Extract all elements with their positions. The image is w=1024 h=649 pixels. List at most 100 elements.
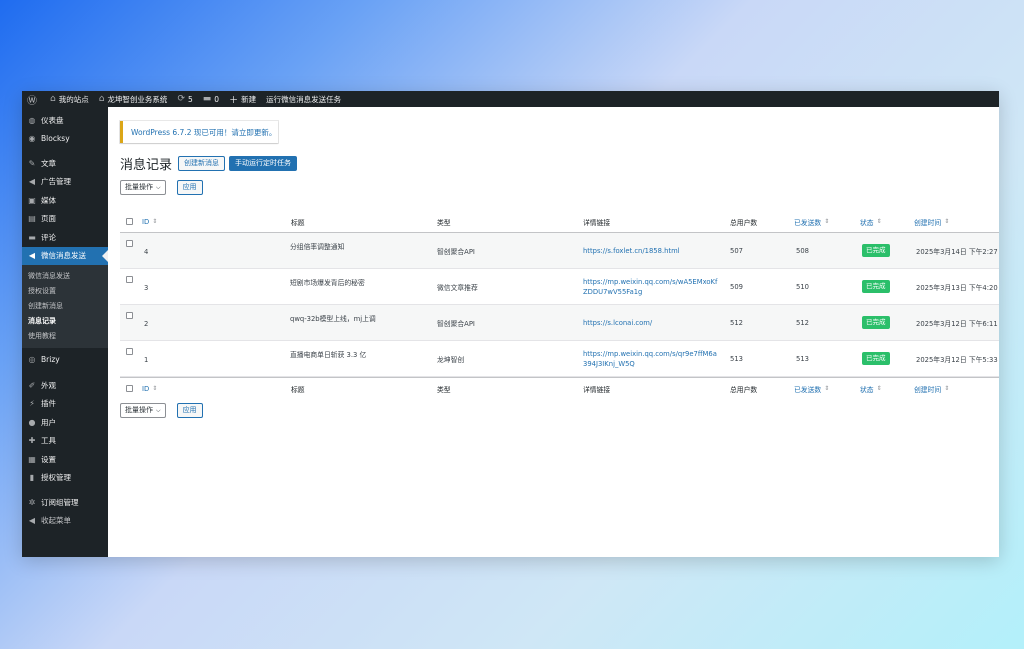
table-row: 1 直播电商单日斩获 3.3 亿 龙坤智创 https://mp.weixin.… — [120, 341, 999, 377]
my-sites-button[interactable]: ⌂ 我的站点 — [45, 91, 94, 107]
wp-logo-button[interactable]: Ⓦ — [22, 91, 45, 107]
menu-wechat-send[interactable]: ◀ 微信消息发送 — [22, 246, 108, 265]
col-title: 标题 — [291, 218, 305, 227]
menu-dashboard[interactable]: ◍ 仪表盘 — [22, 111, 108, 130]
comment-icon: ▬ — [28, 232, 36, 242]
comments-button[interactable]: ▬ 0 — [198, 91, 224, 107]
menu-label: 广告管理 — [41, 177, 71, 187]
updates-button[interactable]: ⟳ 5 — [172, 91, 197, 107]
row-detail-link[interactable]: https://mp.weixin.qq.com/s/wA5EMxoKfZDDU… — [583, 277, 718, 297]
row-checkbox[interactable] — [126, 240, 133, 247]
submenu-wechat-send[interactable]: 微信消息发送 — [22, 269, 108, 284]
menu-label: 微信消息发送 — [41, 251, 86, 261]
row-total: 509 — [730, 282, 743, 291]
menu-label: 设置 — [41, 454, 56, 464]
col-status[interactable]: 状态 ⇕ — [860, 211, 882, 232]
sort-icon: ⇕ — [152, 218, 158, 225]
apply-button[interactable]: 应用 — [176, 403, 203, 418]
menu-label: 收起菜单 — [41, 516, 71, 526]
update-notice: WordPress 6.7.2 现已可用！ 请立即更新。 — [120, 121, 278, 143]
records-table: ID ⇕ 标题 类型 详情链接 总用户数 已发送数 ⇕ 状态 ⇕ 创建时间 ⇕ 4 分组… — [120, 211, 999, 399]
col-sent-label: 已发送数 — [794, 385, 822, 394]
submenu-auth-settings[interactable]: 授权设置 — [22, 284, 108, 299]
col-sent[interactable]: 已发送数 ⇕ — [794, 378, 829, 399]
row-type: 龙坤智创 — [437, 355, 465, 364]
new-content-button[interactable]: ＋新建 — [224, 91, 261, 107]
row-detail-link[interactable]: https://s.lconai.com/ — [583, 319, 652, 327]
submenu-message-records[interactable]: 消息记录 — [22, 314, 108, 329]
my-sites-label: 我的站点 — [58, 94, 89, 104]
table-row: 3 短剧市场爆发背后的秘密 微信文章推荐 https://mp.weixin.q… — [120, 269, 999, 305]
home-icon: ⌂ — [98, 94, 105, 104]
row-detail-link[interactable]: https://s.foxlet.cn/1858.html — [583, 247, 680, 255]
menu-ads[interactable]: ◀ 广告管理 — [22, 173, 108, 192]
menu-license[interactable]: ▮ 授权管理 — [22, 469, 108, 488]
menu-pages[interactable]: ▤ 页面 — [22, 210, 108, 229]
row-type: 智创聚合API — [437, 319, 475, 328]
menu-blocksy[interactable]: ◉ Blocksy — [22, 130, 108, 149]
table-row: 2 qwq-32b模型上线，mj上调 智创聚合API https://s.lco… — [120, 305, 999, 341]
run-cron-button[interactable]: 手动运行定时任务 — [229, 156, 298, 171]
col-sent[interactable]: 已发送数 ⇕ — [794, 211, 829, 232]
col-id-label: ID — [142, 217, 150, 226]
menu-label: 文章 — [41, 158, 56, 168]
col-created[interactable]: 创建时间 ⇕ — [914, 378, 949, 399]
admin-sidebar: ◍ 仪表盘 ◉ Blocksy ✎ 文章 ◀ 广告管理 ▣ 媒体 ▤ 页面 ▬ 评论 ◀ 微信消… — [22, 107, 108, 557]
menu-plugins[interactable]: ⚡ 插件 — [22, 395, 108, 414]
select-all-checkbox[interactable] — [126, 218, 133, 225]
bulk-actions-top: 批量操作 ⌵ 应用 — [120, 180, 203, 195]
admin-window: Ⓦ ⌂ 我的站点 ⌂ 龙坤智创业务系统 ⟳ 5 ▬ 0 ＋新建 运行微信消息发送任务 ◍… — [22, 91, 999, 557]
menu-posts[interactable]: ✎ 文章 — [22, 154, 108, 173]
menu-media[interactable]: ▣ 媒体 — [22, 191, 108, 210]
row-created: 2025年3月12日 下午6:11 — [916, 319, 998, 328]
bulk-actions-bottom: 批量操作 ⌵ 应用 — [120, 403, 203, 418]
menu-comments[interactable]: ▬ 评论 — [22, 228, 108, 247]
row-sent: 513 — [796, 354, 809, 363]
menu-label: 仪表盘 — [41, 115, 64, 125]
sort-icon: ⇕ — [824, 218, 830, 225]
submenu-tutorial[interactable]: 使用教程 — [22, 329, 108, 344]
bulk-action-select[interactable]: 批量操作 ⌵ — [120, 180, 166, 195]
status-badge: 已完成 — [862, 280, 890, 293]
col-id[interactable]: ID ⇕ — [142, 378, 157, 399]
row-total: 513 — [730, 354, 743, 363]
status-badge: 已完成 — [862, 316, 890, 329]
apply-button[interactable]: 应用 — [176, 180, 203, 195]
pin-icon: ✎ — [28, 158, 36, 168]
menu-settings[interactable]: ▦ 设置 — [22, 450, 108, 469]
menu-label: Brizy — [41, 354, 60, 364]
select-all-checkbox[interactable] — [126, 385, 133, 392]
menu-brizy[interactable]: ◎ Brizy — [22, 348, 108, 370]
lock-icon: ▮ — [29, 473, 35, 483]
col-created[interactable]: 创建时间 ⇕ — [914, 211, 949, 232]
col-status[interactable]: 状态 ⇕ — [860, 378, 882, 399]
updates-icon: ⟳ — [177, 94, 185, 104]
admin-bar: Ⓦ ⌂ 我的站点 ⌂ 龙坤智创业务系统 ⟳ 5 ▬ 0 ＋新建 运行微信消息发送任务 — [22, 91, 999, 107]
submenu-create-message[interactable]: 创建新消息 — [22, 299, 108, 314]
row-checkbox[interactable] — [126, 348, 133, 355]
menu-label: 用户 — [41, 417, 56, 427]
col-id[interactable]: ID ⇕ — [142, 211, 157, 232]
menu-label: 外观 — [41, 380, 56, 390]
menu-users[interactable]: ● 用户 — [22, 413, 108, 432]
menu-subscription-groups[interactable]: ✲ 订阅组管理 — [22, 493, 108, 512]
menu-appearance[interactable]: ✐ 外观 — [22, 376, 108, 395]
page-icon: ▤ — [28, 214, 36, 224]
run-task-label: 运行微信消息发送任务 — [266, 94, 342, 104]
menu-label: 页面 — [41, 214, 56, 224]
title-row: 消息记录 创建新消息 手动运行定时任务 — [120, 154, 298, 173]
comment-bubble-icon: ▬ — [202, 94, 212, 104]
row-checkbox[interactable] — [126, 276, 133, 283]
update-now-link[interactable]: 请立即更新。 — [231, 127, 276, 138]
sort-icon: ⇕ — [876, 385, 882, 392]
menu-tools[interactable]: ✚ 工具 — [22, 432, 108, 451]
bulk-action-label: 批量操作 — [125, 406, 153, 414]
run-task-button[interactable]: 运行微信消息发送任务 — [261, 91, 346, 107]
row-checkbox[interactable] — [126, 312, 133, 319]
menu-collapse[interactable]: ◀ 收起菜单 — [22, 512, 108, 531]
site-name-button[interactable]: ⌂ 龙坤智创业务系统 — [94, 91, 173, 107]
create-message-button[interactable]: 创建新消息 — [178, 156, 226, 171]
sort-icon: ⇕ — [876, 218, 882, 225]
row-detail-link[interactable]: https://mp.weixin.qq.com/s/qr9e7ffM6a394… — [583, 349, 718, 369]
bulk-action-select[interactable]: 批量操作 ⌵ — [120, 403, 166, 418]
